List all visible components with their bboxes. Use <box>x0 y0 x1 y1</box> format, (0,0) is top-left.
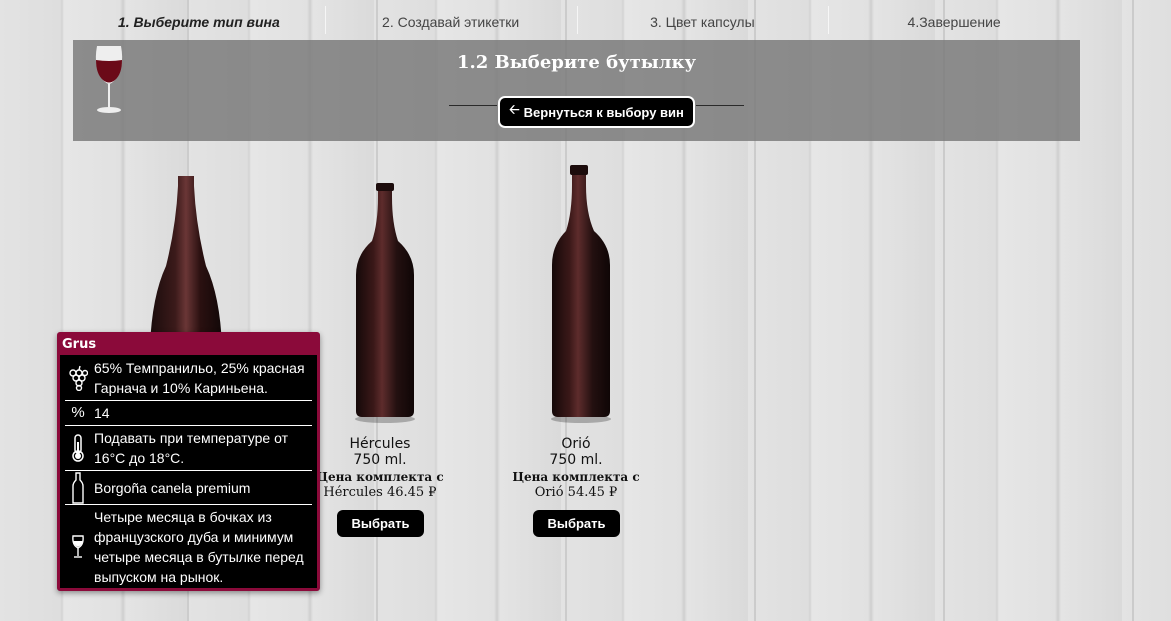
product-volume: 750 ml. <box>549 452 603 468</box>
divider-left <box>449 105 497 106</box>
step-3[interactable]: 3. Цвет капсулы <box>576 0 829 40</box>
thermometer-icon <box>65 434 91 462</box>
product-price: Orió 54.45 ₽ <box>534 485 618 500</box>
step-4[interactable]: 4.Завершение <box>828 0 1080 40</box>
select-hercules-button[interactable]: Выбрать <box>337 510 424 537</box>
product-volume: 750 ml. <box>353 452 407 468</box>
bottle-orio-image[interactable] <box>548 165 614 423</box>
page-title: 1.2 Выберите бутылку <box>456 52 697 73</box>
product-name: Orió <box>561 436 591 452</box>
back-to-wines-button[interactable]: 🡠 Вернуться к выбору вин <box>498 96 695 128</box>
wizard-steps: 1. Выберите тип вина 2. Создавай этикетк… <box>73 0 1080 40</box>
wine-glass-icon <box>65 535 91 559</box>
bottle-icon <box>65 471 91 504</box>
tooltip-title: Grus <box>60 335 317 355</box>
alcohol-row: % 14 <box>65 401 312 426</box>
aging-row: Четыре месяца в бочках из французского д… <box>65 505 312 589</box>
arrow-left-icon: 🡠 <box>509 102 520 117</box>
step-2[interactable]: 2. Создавай этикетки <box>324 0 577 40</box>
step-1[interactable]: 1. Выберите тип вина <box>73 0 325 40</box>
bottle-row: Borgoña canela premium <box>65 471 312 505</box>
product-name: Hércules <box>349 436 411 452</box>
select-orio-button[interactable]: Выбрать <box>533 510 620 537</box>
section-header: 1.2 Выберите бутылку 🡠 Вернуться к выбор… <box>73 40 1080 141</box>
divider-right <box>696 105 744 106</box>
grape-row: 65% Темпранильо, 25% красная Гарнача и 1… <box>65 355 312 401</box>
grapes-icon <box>65 365 91 391</box>
percent-icon: % <box>71 404 85 421</box>
bottle-grus-image[interactable] <box>140 176 232 346</box>
bottle-hercules-image[interactable] <box>352 183 418 423</box>
product-price-label: Цена комплекта с <box>316 470 444 484</box>
product-price-label: Цена комплекта с <box>512 470 640 484</box>
wine-info-tooltip: Grus 65% Темпранильо, 25% красная Гарнач… <box>57 332 320 591</box>
product-price: Hércules 46.45 ₽ <box>323 485 437 500</box>
temperature-row: Подавать при температуре от 16°C до 18°C… <box>65 426 312 471</box>
